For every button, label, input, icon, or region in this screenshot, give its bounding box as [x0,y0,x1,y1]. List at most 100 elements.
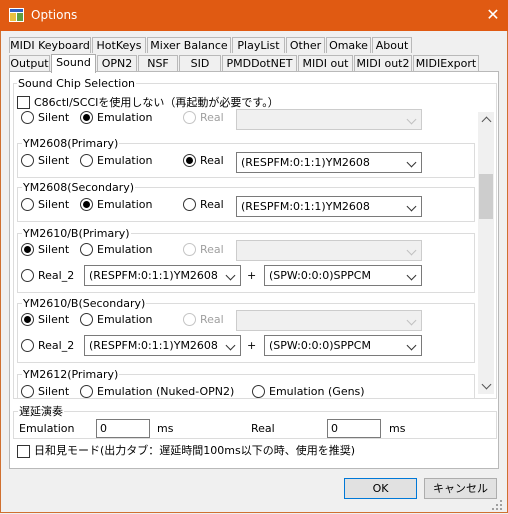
ok-button[interactable]: OK [344,478,417,499]
ym2612-primary-emulation-nuked-radio[interactable] [80,385,93,398]
hiyorimi-checkbox-label: 日和見モード(出力タブ：遅延時間100ms以下の時、使用を推奨) [34,444,356,457]
ym2610b-secondary-title: YM2610/B(Secondary) [22,297,147,310]
ym2610b-primary-combo-a[interactable]: (RESPFM:0:1:1)YM2608 [84,265,241,286]
ym2608-primary-silent-radio[interactable] [21,154,34,167]
ym2608-secondary-real-label: Real [200,198,224,211]
ym2610b-secondary-combo-a[interactable]: (RESPFM:0:1:1)YM2608 [84,335,241,356]
ym2610b-secondary-combo-b[interactable]: (SPW:0:0:0)SPPCM [264,335,422,356]
resize-grip-icon[interactable] [492,500,504,512]
ym2610b-secondary-real2-label: Real_2 [38,339,75,352]
tab-midi-keyboard[interactable]: MIDI Keyboard [9,37,91,53]
ym2610b-primary-real2-label: Real_2 [38,269,75,282]
tab-midi-out2[interactable]: MIDI out2 [354,55,412,71]
tab-hotkeys[interactable]: HotKeys [92,37,146,53]
tab-about[interactable]: About [372,37,412,53]
top-emulation-label: Emulation [97,111,153,124]
ym2610b-secondary-silent-label: Silent [38,313,70,326]
c86ctl-checkbox[interactable] [17,96,30,109]
app-icon [9,8,24,22]
title-bar: Options ✕ [0,0,508,31]
tab-mixer-balance[interactable]: Mixer Balance [147,37,231,53]
window-title: Options [31,8,78,22]
ym2612-primary-emulation-nuked-label: Emulation (Nuked-OPN2) [97,385,235,398]
ym2608-primary-silent-label: Silent [38,154,70,167]
scroll-down-icon[interactable] [481,379,492,390]
ym2612-primary-emulation-gens-label: Emulation (Gens) [269,385,365,398]
ym2610b-primary-title: YM2610/B(Primary) [22,227,131,240]
ym2608-secondary-emulation-radio[interactable] [80,198,93,211]
ym2610b-secondary-emulation-radio[interactable] [80,313,93,326]
ym2608-primary-title: YM2608(Primary) [22,137,120,150]
ym2608-primary-combo-value: (RESPFM:0:1:1)YM2608 [241,156,370,169]
ym2608-primary-emulation-radio[interactable] [80,154,93,167]
latency-real-unit: ms [389,422,406,435]
ym2610b-primary-combo-b[interactable]: (SPW:0:0:0)SPPCM [264,265,422,286]
ym2612-primary-silent-label: Silent [38,385,70,398]
tab-midiexport[interactable]: MIDIExport [413,55,479,71]
ym2608-primary-combo[interactable]: (RESPFM:0:1:1)YM2608 [236,152,422,173]
ym2610b-primary-emulation-radio[interactable] [80,243,93,256]
tab-output[interactable]: Output [9,55,50,71]
top-real-combo[interactable] [236,109,422,130]
ym2610b-secondary-combo-b-value: (SPW:0:0:0)SPPCM [269,339,371,352]
ym2612-primary-silent-radio[interactable] [21,385,34,398]
ym2608-primary-real-label: Real [200,154,224,167]
ym2610b-secondary-silent-radio[interactable] [21,313,34,326]
tab-omake[interactable]: Omake [326,37,371,53]
ym2610b-primary-real-radio[interactable] [183,243,196,256]
tab-pmddotnet[interactable]: PMDDotNET [222,55,297,71]
ym2610b-primary-silent-label: Silent [38,243,70,256]
tab-playlist[interactable]: PlayList [232,37,285,53]
tab-opn2[interactable]: OPN2 [97,55,137,71]
ym2610b-primary-combo-b-value: (SPW:0:0:0)SPPCM [269,269,371,282]
ym2612-primary-title: YM2612(Primary) [22,368,120,381]
hiyorimi-checkbox[interactable] [17,445,30,458]
latency-emulation-unit: ms [157,422,174,435]
ym2610b-primary-real-combo[interactable] [236,240,422,261]
top-real-label: Real [200,111,224,124]
top-silent-radio[interactable] [21,111,34,124]
scroll-up-icon[interactable] [481,116,492,127]
cancel-button[interactable]: キャンセル [424,478,497,499]
latency-real-label: Real [251,422,275,435]
latency-emulation-input[interactable]: 0 [96,419,150,438]
ym2610b-secondary-real2-radio[interactable] [21,339,34,352]
sound-chip-selection-title: Sound Chip Selection [17,77,137,90]
ym2608-primary-emulation-label: Emulation [97,154,153,167]
latency-emulation-label: Emulation [19,422,75,435]
tab-sid[interactable]: SID [179,55,221,71]
ym2608-secondary-combo[interactable]: (RESPFM:0:1:1)YM2608 [236,196,422,217]
latency-real-input[interactable]: 0 [327,419,381,438]
ym2612-primary-emulation-gens-radio[interactable] [252,385,265,398]
top-silent-label: Silent [38,111,70,124]
ym2610b-secondary-real-label: Real [200,313,224,326]
ym2610b-secondary-plus: + [247,339,257,352]
ym2610b-secondary-emulation-label: Emulation [97,313,153,326]
top-real-radio[interactable] [183,111,196,124]
ym2610b-primary-plus: + [247,269,257,282]
ym2608-secondary-silent-label: Silent [38,198,70,211]
ym2608-secondary-emulation-label: Emulation [97,198,153,211]
tab-nsf[interactable]: NSF [138,55,178,71]
ym2610b-secondary-real-radio[interactable] [183,313,196,326]
ym2608-secondary-real-radio[interactable] [183,198,196,211]
close-icon[interactable]: ✕ [482,4,504,26]
ym2610b-secondary-combo-a-value: (RESPFM:0:1:1)YM2608 [89,339,218,352]
tab-sound[interactable]: Sound [51,54,96,73]
scroll-thumb[interactable] [479,174,493,219]
ym2610b-primary-combo-a-value: (RESPFM:0:1:1)YM2608 [89,269,218,282]
vertical-scrollbar[interactable] [478,112,494,394]
ym2610b-primary-real2-radio[interactable] [21,269,34,282]
top-emulation-radio[interactable] [80,111,93,124]
tab-other[interactable]: Other [286,37,325,53]
ym2610b-primary-emulation-label: Emulation [97,243,153,256]
ym2610b-primary-real-label: Real [200,243,224,256]
ym2608-secondary-silent-radio[interactable] [21,198,34,211]
ym2608-secondary-title: YM2608(Secondary) [22,181,136,194]
ym2608-primary-real-radio[interactable] [183,154,196,167]
tab-midi-out[interactable]: MIDI out [298,55,353,71]
latency-title: 遅延演奏 [18,405,64,418]
c86ctl-checkbox-label: C86ctl/SCCIを使用しない（再起動が必要です。） [34,96,279,109]
ym2610b-secondary-real-combo[interactable] [236,310,422,331]
ym2610b-primary-silent-radio[interactable] [21,243,34,256]
